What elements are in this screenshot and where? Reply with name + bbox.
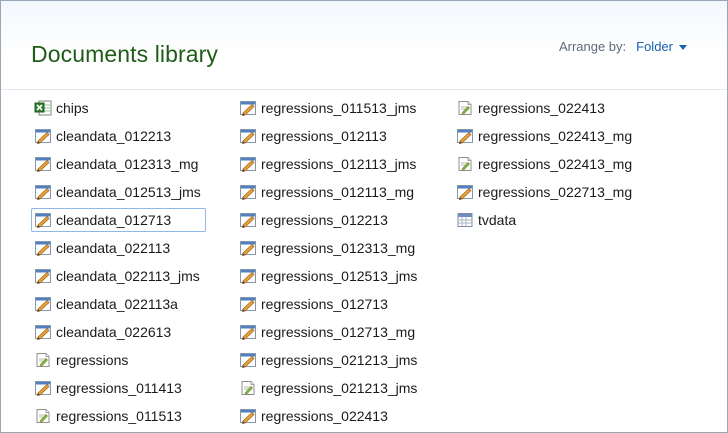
file-item[interactable]: regressions_022413_mg xyxy=(453,124,663,148)
file-name: regressions_011513_jms xyxy=(261,100,417,116)
stata-do-file-icon xyxy=(35,297,51,312)
stata-do-file-icon xyxy=(240,129,256,144)
file-name: tvdata xyxy=(478,212,517,228)
file-item[interactable]: regressions_012313_mg xyxy=(236,236,446,260)
arrange-by-value: Folder xyxy=(636,39,673,54)
stata-do-file-icon xyxy=(240,325,256,340)
stata-do-file-icon xyxy=(240,353,256,368)
library-header: Documents library Arrange by: Folder xyxy=(1,1,727,90)
file-name: regressions_011413 xyxy=(56,380,182,396)
file-item[interactable]: chips xyxy=(31,96,206,120)
file-name: regressions_022713_mg xyxy=(478,184,633,200)
file-item[interactable]: regressions_011513 xyxy=(31,404,206,428)
file-item[interactable]: regressions_022413_mg xyxy=(453,152,663,176)
file-item[interactable]: regressions_012513_jms xyxy=(236,264,446,288)
stata-do-file-icon xyxy=(35,129,51,144)
arrange-by-label: Arrange by: xyxy=(558,39,627,54)
file-name: cleandata_022113a xyxy=(56,296,178,312)
stata-log-file-icon xyxy=(241,381,255,395)
stata-do-file-icon xyxy=(35,185,51,200)
file-item[interactable]: cleandata_012513_jms xyxy=(31,180,206,204)
file-name: regressions_012113 xyxy=(261,128,387,144)
file-item[interactable]: regressions_022413 xyxy=(236,404,446,428)
file-name: regressions_021213_jms xyxy=(261,380,418,396)
file-name: regressions_022413_mg xyxy=(478,156,633,172)
file-item[interactable]: regressions_012713 xyxy=(236,292,446,316)
stata-do-file-icon xyxy=(35,269,51,284)
excel-icon xyxy=(34,100,52,116)
file-item[interactable]: regressions_012113 xyxy=(236,124,446,148)
file-name: regressions_022413 xyxy=(261,408,388,424)
explorer-window: Documents library Arrange by: Folder chi… xyxy=(0,0,728,433)
stata-do-file-icon xyxy=(240,297,256,312)
file-name: regressions_011513 xyxy=(56,408,182,424)
file-name: cleandata_012313_mg xyxy=(56,156,199,172)
stata-log-file-icon xyxy=(36,353,50,367)
file-item[interactable]: cleandata_022113a xyxy=(31,292,206,316)
file-name: regressions_022413_mg xyxy=(478,128,633,144)
stata-do-file-icon xyxy=(240,157,256,172)
file-item[interactable]: regressions_021213_jms xyxy=(236,348,446,372)
stata-do-file-icon xyxy=(457,185,473,200)
file-name: regressions_012313_mg xyxy=(261,240,416,256)
stata-do-file-icon xyxy=(240,409,256,424)
stata-do-file-icon xyxy=(240,213,256,228)
stata-do-file-icon xyxy=(240,101,256,116)
file-item[interactable]: cleandata_012213 xyxy=(31,124,206,148)
file-item[interactable]: cleandata_022113 xyxy=(31,236,206,260)
file-item[interactable]: cleandata_012713 xyxy=(31,208,206,232)
chevron-down-icon xyxy=(679,45,687,50)
stata-do-file-icon xyxy=(35,325,51,340)
file-name: cleandata_022113_jms xyxy=(56,268,200,284)
stata-log-file-icon xyxy=(458,101,472,115)
page-title: Documents library xyxy=(31,41,219,67)
file-item[interactable]: regressions_012113_mg xyxy=(236,180,446,204)
file-name: regressions_022413 xyxy=(478,100,605,116)
file-name: regressions_012213 xyxy=(261,212,388,228)
file-item[interactable]: cleandata_022613 xyxy=(31,320,206,344)
arrange-by-dropdown[interactable]: Folder xyxy=(636,39,687,54)
file-item[interactable]: regressions_012713_mg xyxy=(236,320,446,344)
file-name: regressions_012713 xyxy=(261,296,388,312)
file-item[interactable]: regressions_012113_jms xyxy=(236,152,446,176)
file-item[interactable]: regressions_011513_jms xyxy=(236,96,446,120)
file-name: cleandata_012513_jms xyxy=(56,184,201,200)
file-name: regressions_012113_mg xyxy=(261,184,415,200)
file-item[interactable]: regressions xyxy=(31,348,206,372)
file-name: regressions_012513_jms xyxy=(261,268,418,284)
stata-do-file-icon xyxy=(240,269,256,284)
stata-do-file-icon xyxy=(35,213,51,228)
stata-log-file-icon xyxy=(458,157,472,171)
stata-do-file-icon xyxy=(240,241,256,256)
file-item[interactable]: regressions_022413 xyxy=(453,96,663,120)
stata-do-file-icon xyxy=(35,157,51,172)
file-item[interactable]: cleandata_022113_jms xyxy=(31,264,206,288)
stata-do-file-icon xyxy=(240,185,256,200)
file-name: regressions_021213_jms xyxy=(261,352,418,368)
file-item[interactable]: regressions_011413 xyxy=(31,376,206,400)
file-item[interactable]: regressions_012213 xyxy=(236,208,446,232)
stata-do-file-icon xyxy=(457,129,473,144)
file-item[interactable]: regressions_021213_jms xyxy=(236,376,446,400)
file-column-1: chips cleandata_012213 cleandata_012313_mg… xyxy=(31,96,206,432)
file-name: cleandata_012713 xyxy=(56,212,172,228)
file-item[interactable]: cleandata_012313_mg xyxy=(31,152,206,176)
file-name: regressions_012713_mg xyxy=(261,324,416,340)
file-column-3: regressions_022413 regressions_022413_mg r… xyxy=(453,96,663,236)
file-name: regressions xyxy=(56,352,129,368)
file-item[interactable]: regressions_022713_mg xyxy=(453,180,663,204)
file-item[interactable]: tvdata xyxy=(453,208,663,232)
stata-do-file-icon xyxy=(35,381,51,396)
file-name: chips xyxy=(56,100,89,116)
file-name: cleandata_022613 xyxy=(56,324,172,340)
arrange-by-control: Arrange by: Folder xyxy=(559,39,687,54)
file-name: cleandata_012213 xyxy=(56,128,172,144)
file-name: regressions_012113_jms xyxy=(261,156,417,172)
stata-do-file-icon xyxy=(35,241,51,256)
file-column-2: regressions_011513_jms regressions_012113… xyxy=(236,96,446,432)
file-name: cleandata_022113 xyxy=(56,240,171,256)
stata-data-file-icon xyxy=(457,213,473,227)
stata-log-file-icon xyxy=(36,409,50,423)
